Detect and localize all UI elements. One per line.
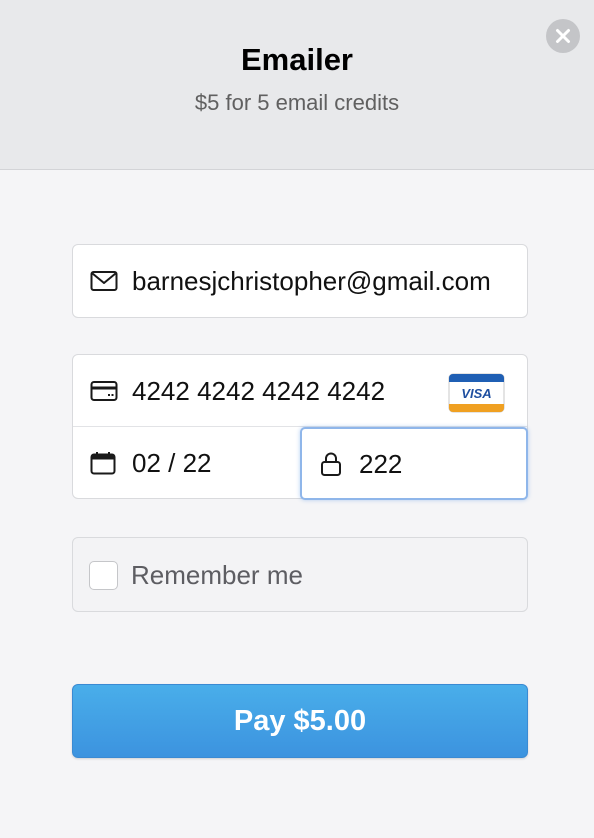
- cvc-field[interactable]: 222: [300, 427, 528, 500]
- remember-me-checkbox[interactable]: [89, 561, 118, 590]
- cvc-value[interactable]: 222: [359, 429, 402, 499]
- close-icon: [556, 29, 570, 43]
- merchant-title: Emailer: [240, 42, 353, 77]
- close-button[interactable]: [546, 19, 580, 53]
- credit-card-icon: [90, 381, 118, 401]
- pay-button[interactable]: Pay $5.00: [72, 684, 528, 758]
- calendar-icon: [90, 452, 116, 475]
- email-field[interactable]: barnesjchristopher@gmail.com: [72, 244, 528, 318]
- visa-card-icon: VISA: [448, 373, 505, 413]
- modal-header: Emailer $5 for 5 email credits: [0, 0, 594, 170]
- email-value[interactable]: barnesjchristopher@gmail.com: [132, 245, 510, 317]
- svg-text:VISA: VISA: [461, 386, 491, 401]
- card-number-value[interactable]: 4242 4242 4242 4242: [132, 355, 452, 427]
- card-number-field[interactable]: 4242 4242 4242 4242 VISA: [73, 355, 527, 427]
- expiry-field[interactable]: 02 / 22: [73, 427, 301, 499]
- lock-icon: [321, 452, 341, 476]
- expiry-value[interactable]: 02 / 22: [132, 427, 212, 499]
- product-description: $5 for 5 email credits: [194, 90, 400, 115]
- remember-me-option[interactable]: Remember me: [72, 537, 528, 612]
- envelope-icon: [90, 271, 118, 291]
- checkout-modal: Emailer $5 for 5 email credits barnesjch…: [0, 0, 594, 838]
- remember-me-label: Remember me: [131, 560, 303, 590]
